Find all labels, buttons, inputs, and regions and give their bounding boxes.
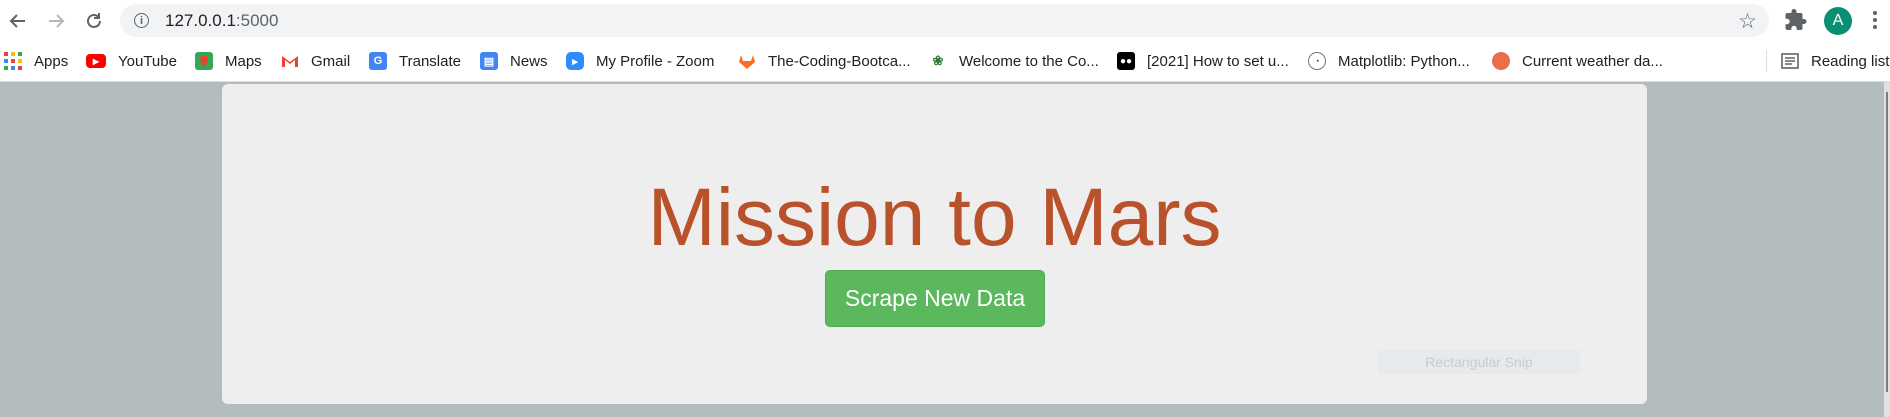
bookmark-star-icon[interactable]: ☆ — [1738, 9, 1757, 34]
bookmark-matplotlib[interactable]: ◔ Matplotlib: Python... — [1308, 49, 1470, 73]
browser-toolbar: i 127.0.0.1:5000 ☆ A — [0, 0, 1890, 41]
scrollbar-thumb[interactable] — [1886, 92, 1888, 392]
zoom-icon: ▸ — [566, 52, 584, 70]
rectangular-snip-overlay: Rectangular Snip — [1378, 350, 1580, 374]
jumbotron: Mission to Mars Scrape New Data Rectangu… — [222, 84, 1647, 404]
bookmarks-divider — [1766, 50, 1767, 72]
gitlab-icon — [738, 52, 756, 70]
bookmark-gmail[interactable]: Gmail — [281, 49, 350, 73]
bookmark-zoom[interactable]: ▸ My Profile - Zoom — [566, 49, 714, 73]
maps-icon — [195, 52, 213, 70]
bookmark-maps[interactable]: Maps — [195, 49, 262, 73]
news-icon: ▤ — [480, 52, 498, 70]
medium-icon: ●● — [1117, 52, 1135, 70]
bookmark-gitlab[interactable]: The-Coding-Bootca... — [738, 49, 911, 73]
reading-list-icon — [1781, 52, 1799, 70]
bookmark-news[interactable]: ▤ News — [480, 49, 548, 73]
bookmark-translate[interactable]: G Translate — [369, 49, 461, 73]
weather-icon — [1492, 52, 1510, 70]
forward-arrow-icon[interactable] — [42, 7, 70, 35]
profile-avatar[interactable]: A — [1824, 7, 1852, 35]
address-bar[interactable]: i 127.0.0.1:5000 ☆ — [120, 4, 1769, 37]
gmail-icon — [281, 52, 299, 70]
bookmark-weather[interactable]: Current weather da... — [1492, 49, 1663, 73]
matplotlib-icon: ◔ — [1308, 52, 1326, 70]
page-title: Mission to Mars — [647, 172, 1222, 263]
youtube-icon: ▶ — [86, 54, 106, 68]
reload-icon[interactable] — [80, 7, 108, 35]
translate-icon: G — [369, 52, 387, 70]
reading-list-button[interactable]: Reading list — [1781, 49, 1889, 73]
apps-grid-icon — [4, 52, 22, 70]
extensions-puzzle-icon[interactable] — [1784, 8, 1808, 32]
scrape-new-data-button[interactable]: Scrape New Data — [825, 270, 1045, 327]
page-viewport: Mission to Mars Scrape New Data Rectangu… — [0, 82, 1890, 417]
bookmarks-bar: Apps ▶ YouTube Maps Gmail G Translate ▤ … — [0, 41, 1890, 82]
bookmark-youtube[interactable]: ▶ YouTube — [86, 49, 177, 73]
bookmark-apps[interactable]: Apps — [4, 49, 68, 73]
url-text[interactable]: 127.0.0.1:5000 — [165, 11, 278, 31]
back-arrow-icon[interactable] — [4, 7, 32, 35]
bookmark-medium[interactable]: ●● [2021] How to set u... — [1117, 49, 1289, 73]
bookmark-welcome[interactable]: ❀ Welcome to the Co... — [929, 49, 1099, 73]
browser-menu-icon[interactable] — [1868, 7, 1882, 33]
site-info-icon[interactable]: i — [134, 13, 149, 28]
lotus-icon: ❀ — [929, 52, 947, 70]
